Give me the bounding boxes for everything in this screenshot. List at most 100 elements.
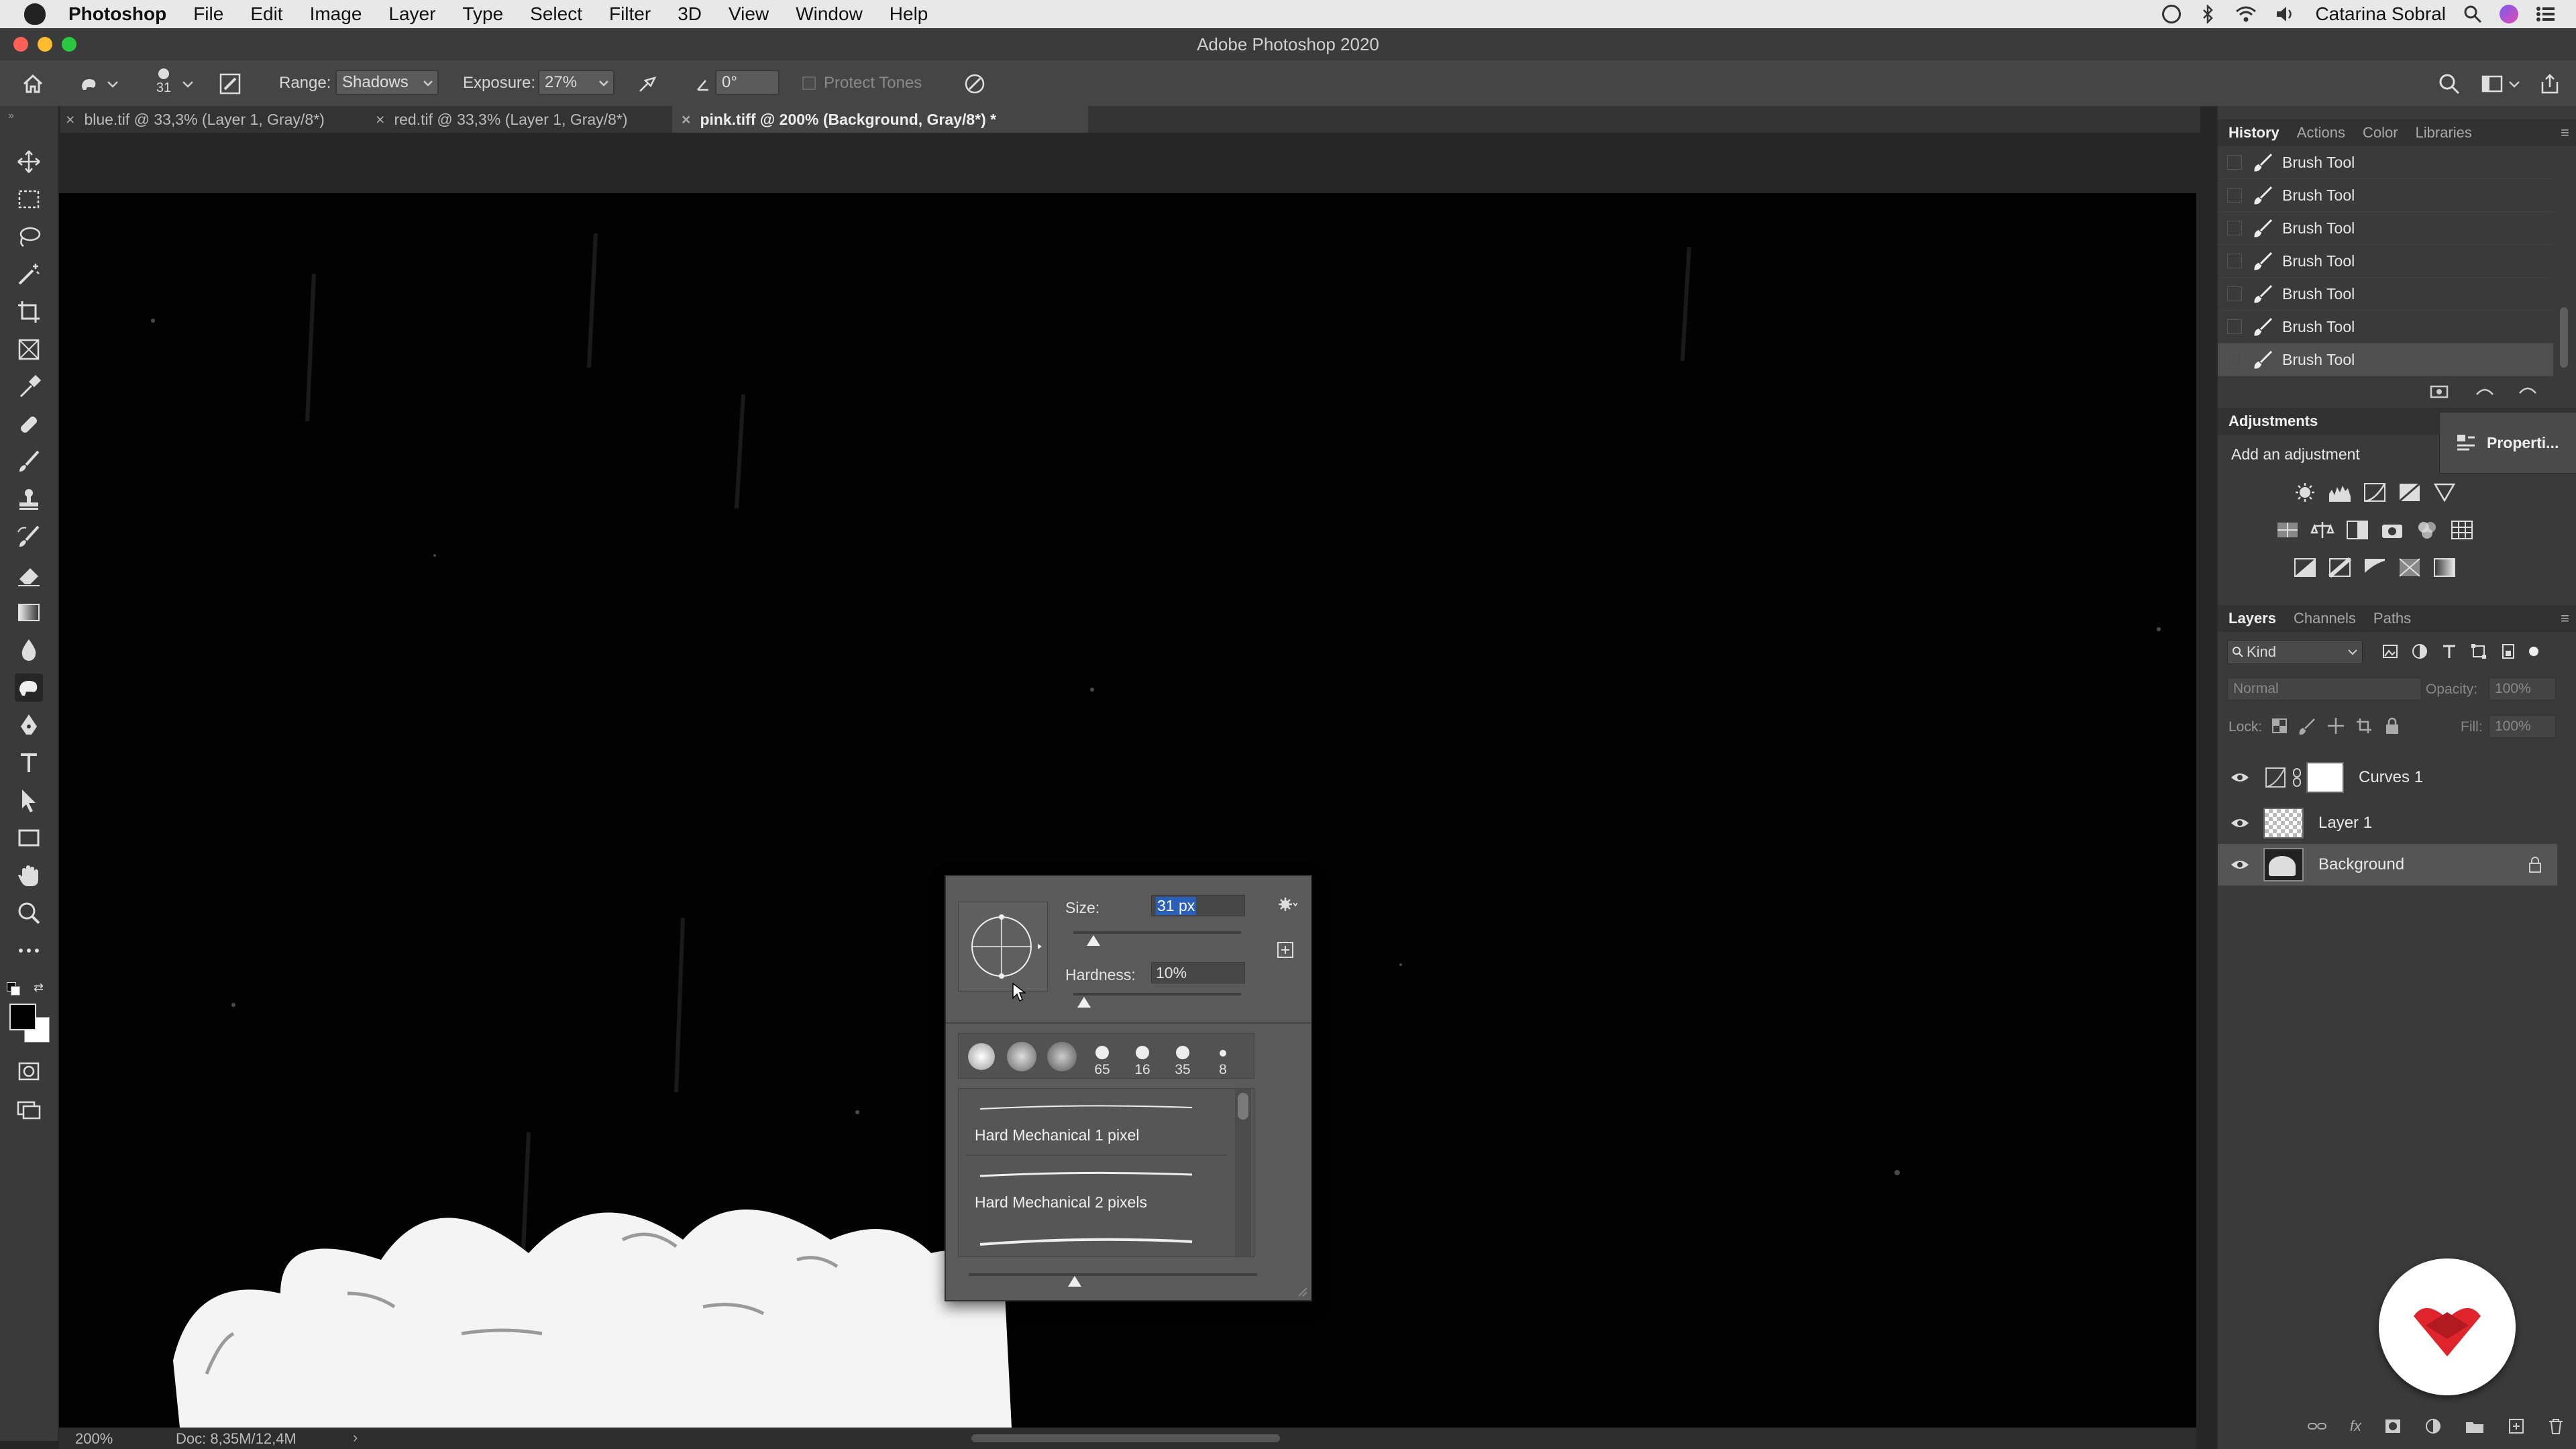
- range-select[interactable]: Shadows: [335, 70, 439, 95]
- gradient-tool[interactable]: [15, 598, 43, 627]
- history-item[interactable]: Brush Tool: [2218, 179, 2553, 212]
- tab-adjustments[interactable]: Adjustments: [2229, 413, 2318, 430]
- photo-filter-icon[interactable]: [2380, 519, 2404, 541]
- chevron-down-icon[interactable]: [2508, 72, 2521, 95]
- lock-artboard-icon[interactable]: [2355, 716, 2373, 735]
- menu-file[interactable]: File: [193, 3, 223, 25]
- apple-icon[interactable]: [24, 3, 46, 25]
- color-balance-icon[interactable]: [2310, 519, 2334, 541]
- lock-transparent-pixels-icon[interactable]: [2270, 716, 2289, 735]
- pressure-size-icon[interactable]: [963, 72, 986, 95]
- document-size[interactable]: Doc: 8,35M/12,4M: [176, 1430, 297, 1448]
- new-layer-icon[interactable]: [2508, 1417, 2525, 1435]
- brightness-contrast-icon[interactable]: [2293, 482, 2317, 503]
- invert-icon[interactable]: [2293, 557, 2317, 578]
- history-item[interactable]: Brush Tool: [2218, 245, 2553, 278]
- tab-blue[interactable]: × blue.tif @ 33,3% (Layer 1, Gray/8*): [66, 106, 361, 133]
- lock-image-pixels-icon[interactable]: [2298, 716, 2317, 735]
- delete-layer-icon[interactable]: [2548, 1417, 2564, 1435]
- close-window-button[interactable]: [13, 37, 28, 52]
- volume-icon[interactable]: [2275, 5, 2298, 23]
- size-slider-track[interactable]: [1073, 931, 1241, 934]
- selective-color-icon[interactable]: [2398, 557, 2422, 578]
- posterize-icon[interactable]: [2328, 557, 2352, 578]
- layer-row-background[interactable]: Background: [2218, 844, 2557, 885]
- brush-tool[interactable]: [15, 448, 43, 476]
- curves-icon[interactable]: [2363, 482, 2387, 503]
- lasso-tool[interactable]: [15, 223, 43, 251]
- foreground-color-swatch[interactable]: [9, 1004, 36, 1030]
- close-tab-icon[interactable]: ×: [66, 111, 74, 129]
- size-input[interactable]: 31 px: [1151, 895, 1245, 916]
- new-preset-icon[interactable]: [1276, 941, 1295, 959]
- hardness-slider-handle[interactable]: [1077, 997, 1091, 1008]
- gradient-map-icon[interactable]: [2432, 557, 2457, 578]
- chevron-down-icon[interactable]: [106, 72, 119, 95]
- tab-actions[interactable]: Actions: [2297, 124, 2345, 142]
- crop-tool[interactable]: [15, 298, 43, 326]
- chevron-down-icon[interactable]: [181, 72, 195, 95]
- layer-row-layer1[interactable]: Layer 1: [2218, 802, 2557, 844]
- eyedropper-tool[interactable]: [15, 373, 43, 401]
- collapse-toolbar-icon[interactable]: »: [8, 110, 14, 122]
- menu-app-name[interactable]: Photoshop: [68, 3, 166, 25]
- menu-image[interactable]: Image: [310, 3, 362, 25]
- history-brush-tool[interactable]: [15, 523, 43, 551]
- sync-icon[interactable]: [2162, 5, 2182, 23]
- link-layers-icon[interactable]: [2307, 1418, 2327, 1434]
- menu-window[interactable]: Window: [796, 3, 863, 25]
- adjustment-filter-icon[interactable]: [2411, 643, 2428, 660]
- history-item[interactable]: Brush Tool: [2218, 146, 2553, 179]
- minimize-window-button[interactable]: [38, 37, 52, 52]
- menu-type[interactable]: Type: [462, 3, 503, 25]
- history-item[interactable]: Brush Tool: [2218, 278, 2553, 311]
- color-lookup-icon[interactable]: [2450, 519, 2474, 541]
- more-tools[interactable]: [15, 936, 43, 965]
- tab-channels[interactable]: Channels: [2294, 610, 2356, 627]
- layer-row-curves[interactable]: Curves 1: [2218, 757, 2557, 798]
- blend-mode-select[interactable]: Normal: [2227, 678, 2422, 700]
- zoom-window-button[interactable]: [62, 37, 76, 52]
- visibility-eye-icon[interactable]: [2230, 816, 2250, 830]
- menu-filter[interactable]: Filter: [609, 3, 651, 25]
- eraser-tool[interactable]: [15, 561, 43, 589]
- marquee-tool[interactable]: [15, 185, 43, 213]
- hue-saturation-icon[interactable]: [2275, 519, 2300, 541]
- lock-position-icon[interactable]: [2326, 716, 2345, 735]
- burn-tool[interactable]: [15, 674, 43, 702]
- channel-mixer-icon[interactable]: [2415, 519, 2439, 541]
- quick-mask-button[interactable]: [15, 1057, 43, 1085]
- blur-tool[interactable]: [15, 636, 43, 664]
- swap-colors-icon[interactable]: ⇄: [34, 981, 44, 995]
- vibrance-icon[interactable]: [2432, 482, 2457, 503]
- brush-settings-panel-icon[interactable]: [219, 72, 241, 95]
- smart-object-filter-icon[interactable]: [2500, 643, 2517, 660]
- close-tab-icon[interactable]: ×: [376, 111, 384, 129]
- new-snapshot-icon[interactable]: [2428, 381, 2450, 400]
- menu-3d[interactable]: 3D: [678, 3, 702, 25]
- airbrush-icon[interactable]: [636, 72, 659, 95]
- layer-thumbnail-image[interactable]: [2263, 848, 2304, 881]
- link-icon[interactable]: [2292, 767, 2302, 788]
- new-adjustment-layer-icon[interactable]: [2424, 1417, 2442, 1435]
- new-document-from-state-icon[interactable]: [2474, 381, 2496, 400]
- frame-tool[interactable]: [15, 335, 43, 364]
- brush-hard-mechanical-next[interactable]: [965, 1223, 1220, 1256]
- healing-brush-tool[interactable]: [15, 411, 43, 439]
- rectangle-tool[interactable]: [15, 824, 43, 852]
- share-icon[interactable]: [2538, 72, 2561, 95]
- horizontal-scrollbar[interactable]: [971, 1434, 1280, 1442]
- layer-name[interactable]: Curves 1: [2359, 768, 2423, 787]
- layer-name[interactable]: Layer 1: [2318, 814, 2372, 833]
- pixel-filter-icon[interactable]: [2381, 643, 2399, 660]
- properties-panel-collapsed[interactable]: Properti...: [2439, 412, 2576, 474]
- preset-soft-round[interactable]: [1042, 1034, 1082, 1078]
- visibility-eye-icon[interactable]: [2230, 858, 2250, 871]
- hardness-input[interactable]: 10%: [1151, 962, 1245, 983]
- type-tool[interactable]: [15, 749, 43, 777]
- visibility-eye-icon[interactable]: [2230, 771, 2250, 784]
- brush-size-picker[interactable]: 31: [152, 66, 176, 101]
- chevron-right-icon[interactable]: ›: [353, 1429, 358, 1446]
- brush-list[interactable]: Hard Mechanical 1 pixel Hard Mechanical …: [958, 1088, 1254, 1257]
- search-icon[interactable]: [2438, 72, 2461, 95]
